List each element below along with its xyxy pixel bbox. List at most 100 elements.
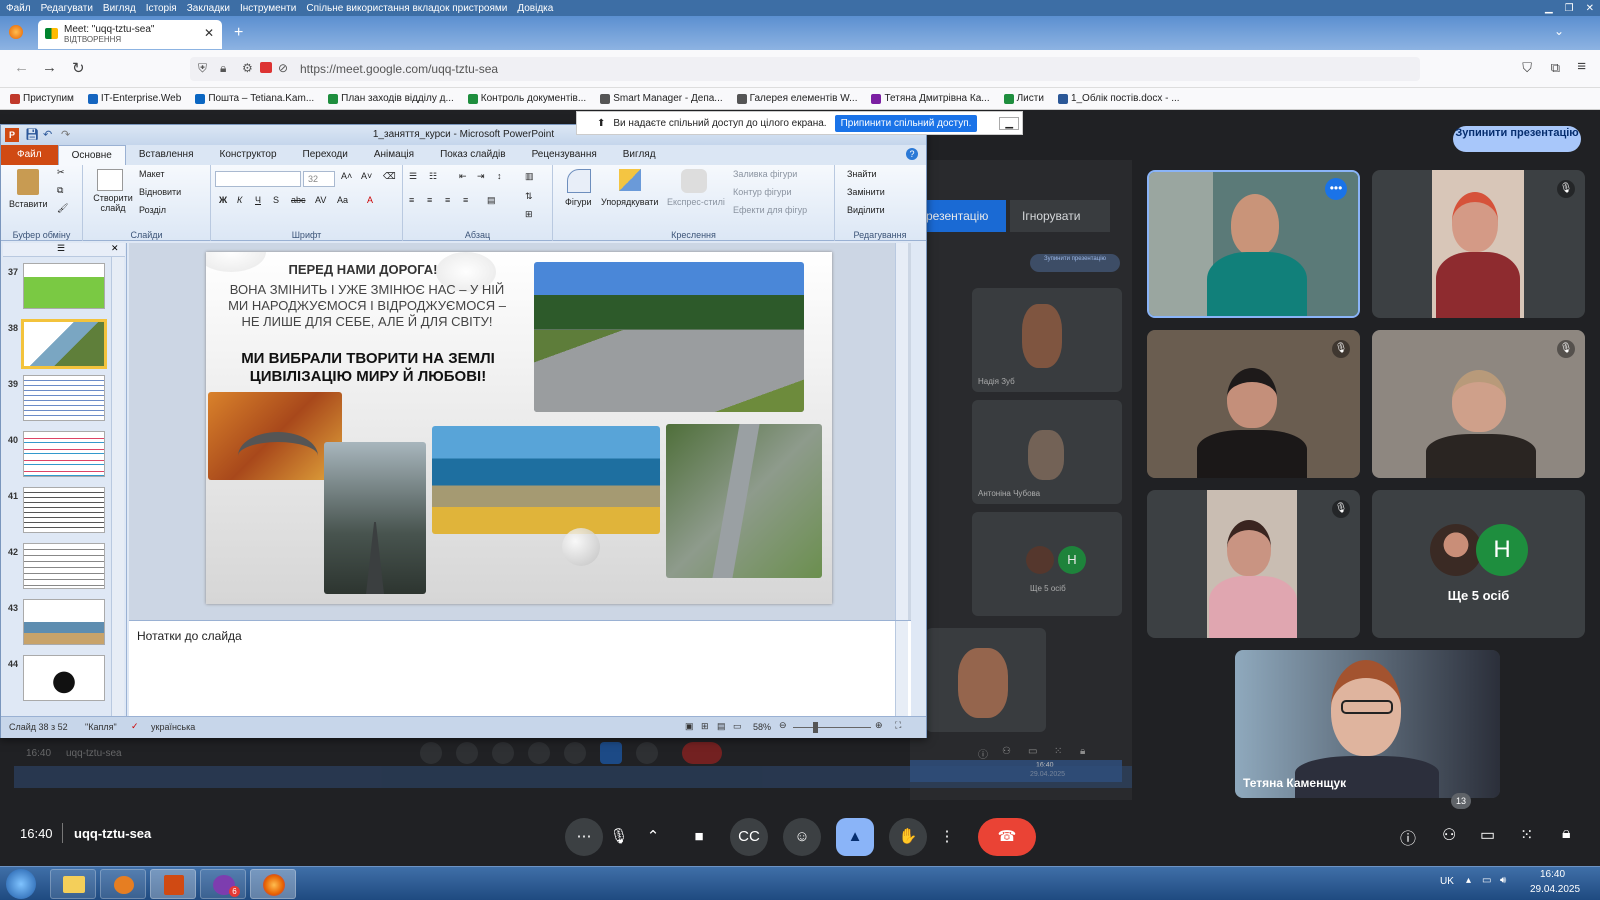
input-language[interactable]: UK [1440,876,1454,887]
shield-icon[interactable]: ⛨ [198,61,207,76]
emoji-button[interactable]: ☺ [783,818,821,856]
url-bar[interactable]: ⛨ 🔒︎ ⚙ ⊘ https://meet.google.com/uqq-tzt… [190,57,1420,81]
hide-notice-icon[interactable]: ▁ [999,116,1020,130]
volume-icon[interactable]: 🔊︎ [1500,875,1506,886]
bookmark-item[interactable]: IT-Enterprise.Web [87,93,181,104]
slide-thumbnail[interactable] [23,263,105,309]
lock-icon[interactable]: 🔒︎ [220,61,226,76]
menu-tools[interactable]: Інструменти [240,3,296,14]
shapes-button[interactable]: Фігури [565,197,592,207]
slide-thumbnail[interactable] [23,543,105,589]
tab-transitions[interactable]: Переходи [290,145,361,165]
help-icon[interactable]: ? [906,148,918,160]
participant-tile[interactable]: 🎙︎ [1372,330,1585,478]
tray-arrow-icon[interactable]: ▴ [1466,875,1471,886]
font-family-select[interactable] [215,171,301,187]
mic-button[interactable]: 🎙︎ [600,818,638,856]
permissions-icon[interactable]: ⚙ [242,61,253,75]
stop-presenting-button[interactable]: Зупинити презентацію [1453,126,1581,152]
network-icon[interactable]: ▭ [1482,875,1491,886]
tab-design[interactable]: Конструктор [207,145,290,165]
layout-button[interactable]: Макет [139,169,164,179]
notes-scrollbar[interactable] [895,621,908,717]
screen-share-indicator-icon[interactable] [260,62,272,73]
shape-fill-button[interactable]: Заливка фігури [733,169,797,179]
activities-icon[interactable]: ⁙ [1520,825,1533,845]
new-tab-icon[interactable]: + [234,24,243,42]
align-center-icon[interactable]: ≡ [427,195,432,205]
present-button[interactable]: ▲ [836,818,874,856]
bookmark-item[interactable]: Smart Manager - Депа... [600,93,723,104]
people-icon[interactable]: ⚇ [1442,825,1456,845]
tab-view[interactable]: Вигляд [610,145,669,165]
tab-list-icon[interactable]: ⌄ [1554,24,1564,38]
slide-canvas[interactable]: ПЕРЕД НАМИ ДОРОГА! ВОНА ЗМІНИТЬ І УЖЕ ЗМ… [206,252,832,604]
redo-icon[interactable]: ↷ [61,125,70,145]
more-participants-tile[interactable]: Н Ще 5 осіб [1372,490,1585,638]
tab-close-icon[interactable]: ✕ [204,26,214,40]
close-icon[interactable]: ✕ [1586,3,1594,14]
pocket-icon[interactable]: ⛉ [1522,60,1532,76]
language[interactable]: українська [151,722,195,732]
menu-edit[interactable]: Редагувати [41,3,93,14]
close-pane-icon[interactable]: ✕ [111,243,119,254]
info-icon[interactable]: ⓘ [1400,825,1416,849]
section-button[interactable]: Розділ [139,205,166,215]
leave-call-button[interactable]: ☎ [978,818,1036,856]
reload-icon[interactable]: ↻ [72,59,85,77]
new-slide-button[interactable]: Створити слайд [91,193,135,213]
hamburger-menu-icon[interactable]: ≡ [1577,58,1586,75]
more-options-button[interactable]: ⋮ [935,818,959,856]
smartart-icon[interactable]: ⊞ [525,209,533,220]
bookmark-item[interactable]: 1_Облік постів.docx - ... [1057,93,1180,104]
zoom-level[interactable]: 58% [753,722,771,732]
font-size-select[interactable]: 32 [303,171,335,187]
clear-format-icon[interactable]: ⌫ [383,171,396,182]
paste-icon[interactable] [17,169,39,195]
undo-icon[interactable]: ↶ [43,125,52,145]
tab-slideshow[interactable]: Показ слайдів [427,145,519,165]
raise-hand-button[interactable]: ✋ [889,818,927,856]
participant-tile[interactable]: 🎙︎ [1147,330,1360,478]
stop-sharing-button[interactable]: Припинити спільний доступ. [834,114,978,132]
columns-icon[interactable]: ▥ [525,171,534,182]
outline-tab-icon[interactable]: ☰ [57,243,65,254]
extensions-icon[interactable]: ⧉ [1551,60,1560,76]
paste-button[interactable]: Вставити [9,199,48,209]
chat-icon[interactable]: ▭ [1480,825,1495,845]
tab-file[interactable]: Файл [1,145,58,165]
media-player-taskbar-icon[interactable] [100,869,146,899]
decrease-indent-icon[interactable]: ⇤ [459,171,467,182]
text-columns-icon[interactable]: ▤ [487,195,496,206]
justify-icon[interactable]: ≡ [463,195,468,205]
slide-thumbnail[interactable] [23,487,105,533]
select-button[interactable]: Виділити [847,205,885,215]
tab-meet[interactable]: Meet: "uqq-tztu-sea" ВІДТВОРЕННЯ ✕ [38,20,222,49]
line-spacing-icon[interactable]: ↕ [497,171,502,181]
camera-options-icon[interactable]: ⌃ [640,818,666,856]
save-icon[interactable]: 💾︎ [25,125,39,145]
more-options-left-button[interactable]: ⋯ [565,818,603,856]
underline-icon[interactable]: Ч [255,195,261,205]
tab-insert[interactable]: Вставлення [126,145,207,165]
find-button[interactable]: Знайти [847,169,877,179]
captions-button[interactable]: CC [730,818,768,856]
featured-participant-tile[interactable]: Тетяна Каменщук [1235,650,1500,798]
bookmark-item[interactable]: Тетяна Дмитрівна Ка... [871,93,990,104]
reset-button[interactable]: Відновити [139,187,181,197]
powerpoint-taskbar-icon[interactable] [150,869,196,899]
tab-review[interactable]: Рецензування [519,145,610,165]
cut-icon[interactable]: ✂ [57,167,65,178]
slideshow-view-icon[interactable]: ▭ [733,721,742,732]
increase-indent-icon[interactable]: ⇥ [477,171,485,182]
menu-view[interactable]: Вигляд [103,3,136,14]
zoom-slider-thumb[interactable] [813,722,818,733]
participant-tile[interactable]: 🎙︎ [1147,490,1360,638]
new-slide-icon[interactable] [97,169,123,191]
menu-history[interactable]: Історія [146,3,177,14]
bookmark-item[interactable]: Листи [1003,93,1044,104]
bookmark-item[interactable]: Галерея елементів W... [736,93,857,104]
back-icon[interactable]: ← [14,59,29,76]
zoom-slider[interactable] [793,727,871,728]
clock-time[interactable]: 16:40 [1540,869,1565,880]
